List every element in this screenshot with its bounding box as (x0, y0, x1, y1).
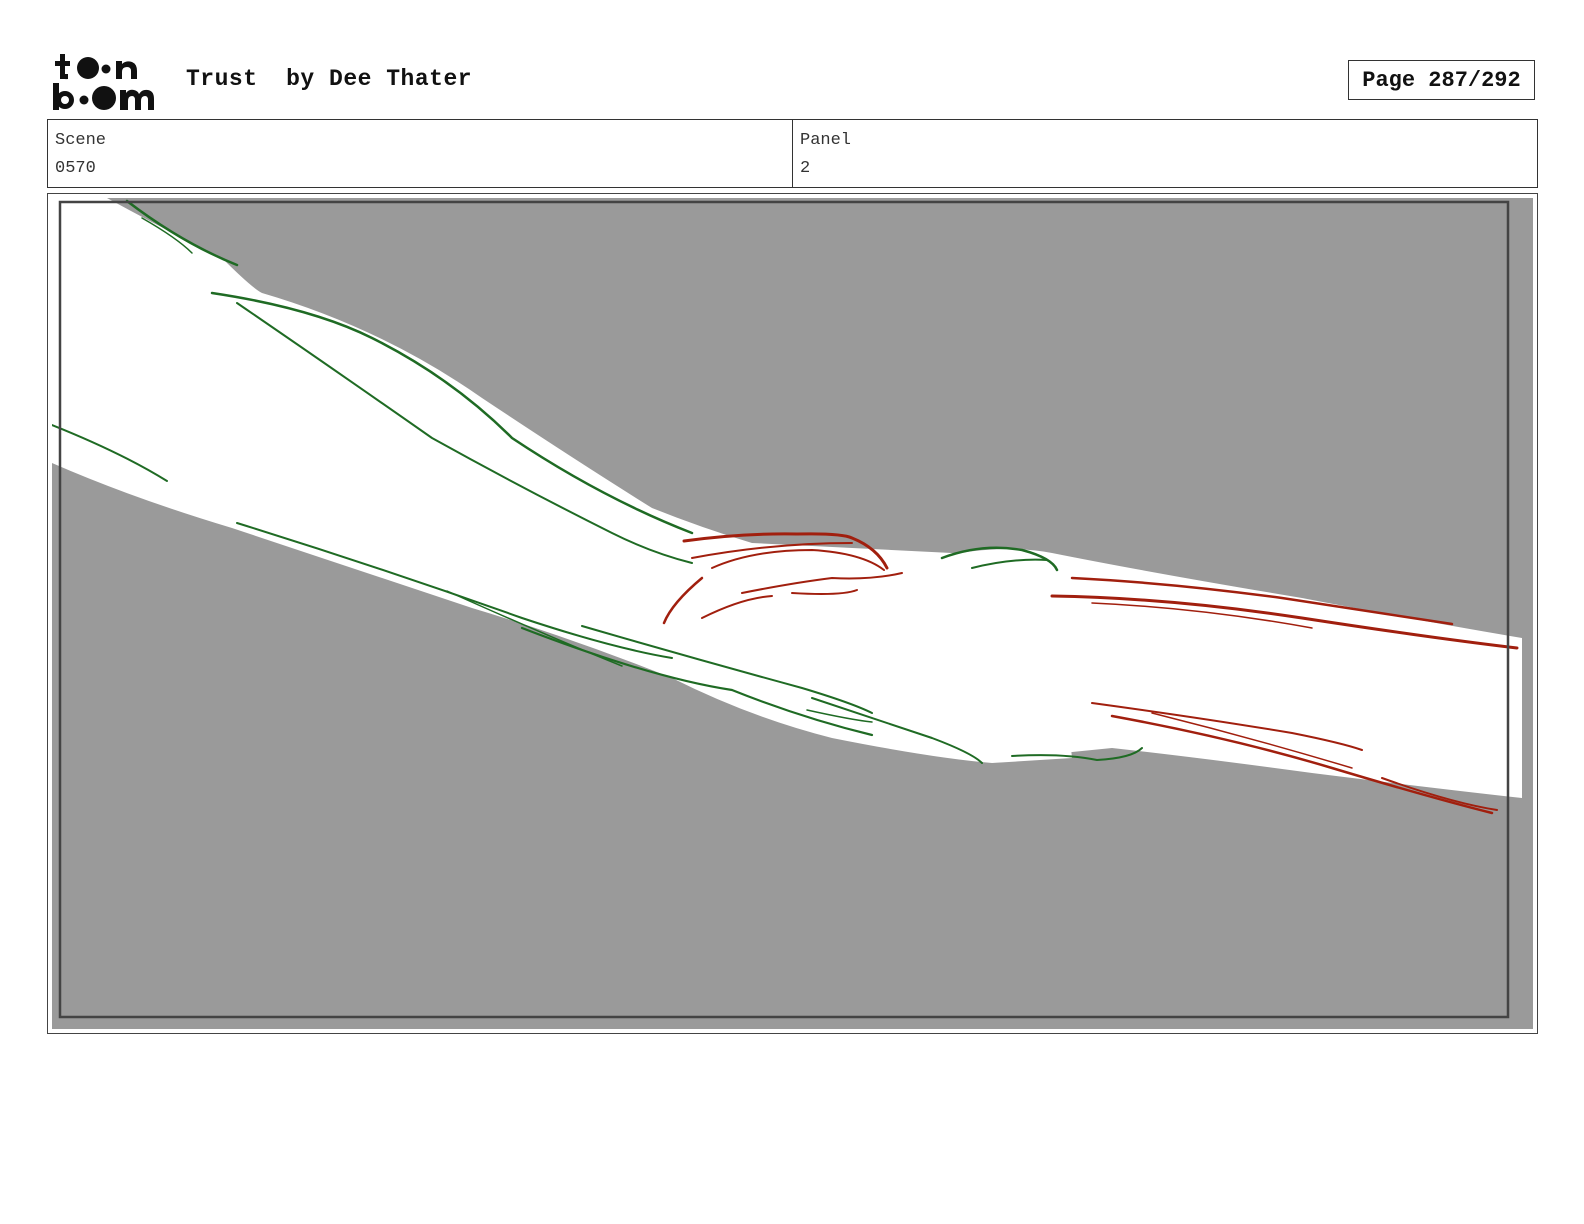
document-title: Trust by Dee Thater (186, 66, 473, 92)
scene-label: Scene (55, 131, 107, 150)
scene-cell: Scene 0570 (48, 120, 792, 187)
panel-drawing (52, 198, 1533, 1029)
page-number: Page 287/292 (1348, 60, 1535, 100)
scene-value: 0570 (55, 159, 96, 178)
toon-boom-logo (53, 54, 154, 110)
panel-value: 2 (800, 159, 811, 178)
scene-panel-table: Scene 0570 Panel 2 (47, 119, 1538, 188)
panel-cell: Panel 2 (792, 120, 1537, 187)
storyboard-panel (47, 193, 1538, 1034)
panel-label: Panel (800, 131, 852, 150)
